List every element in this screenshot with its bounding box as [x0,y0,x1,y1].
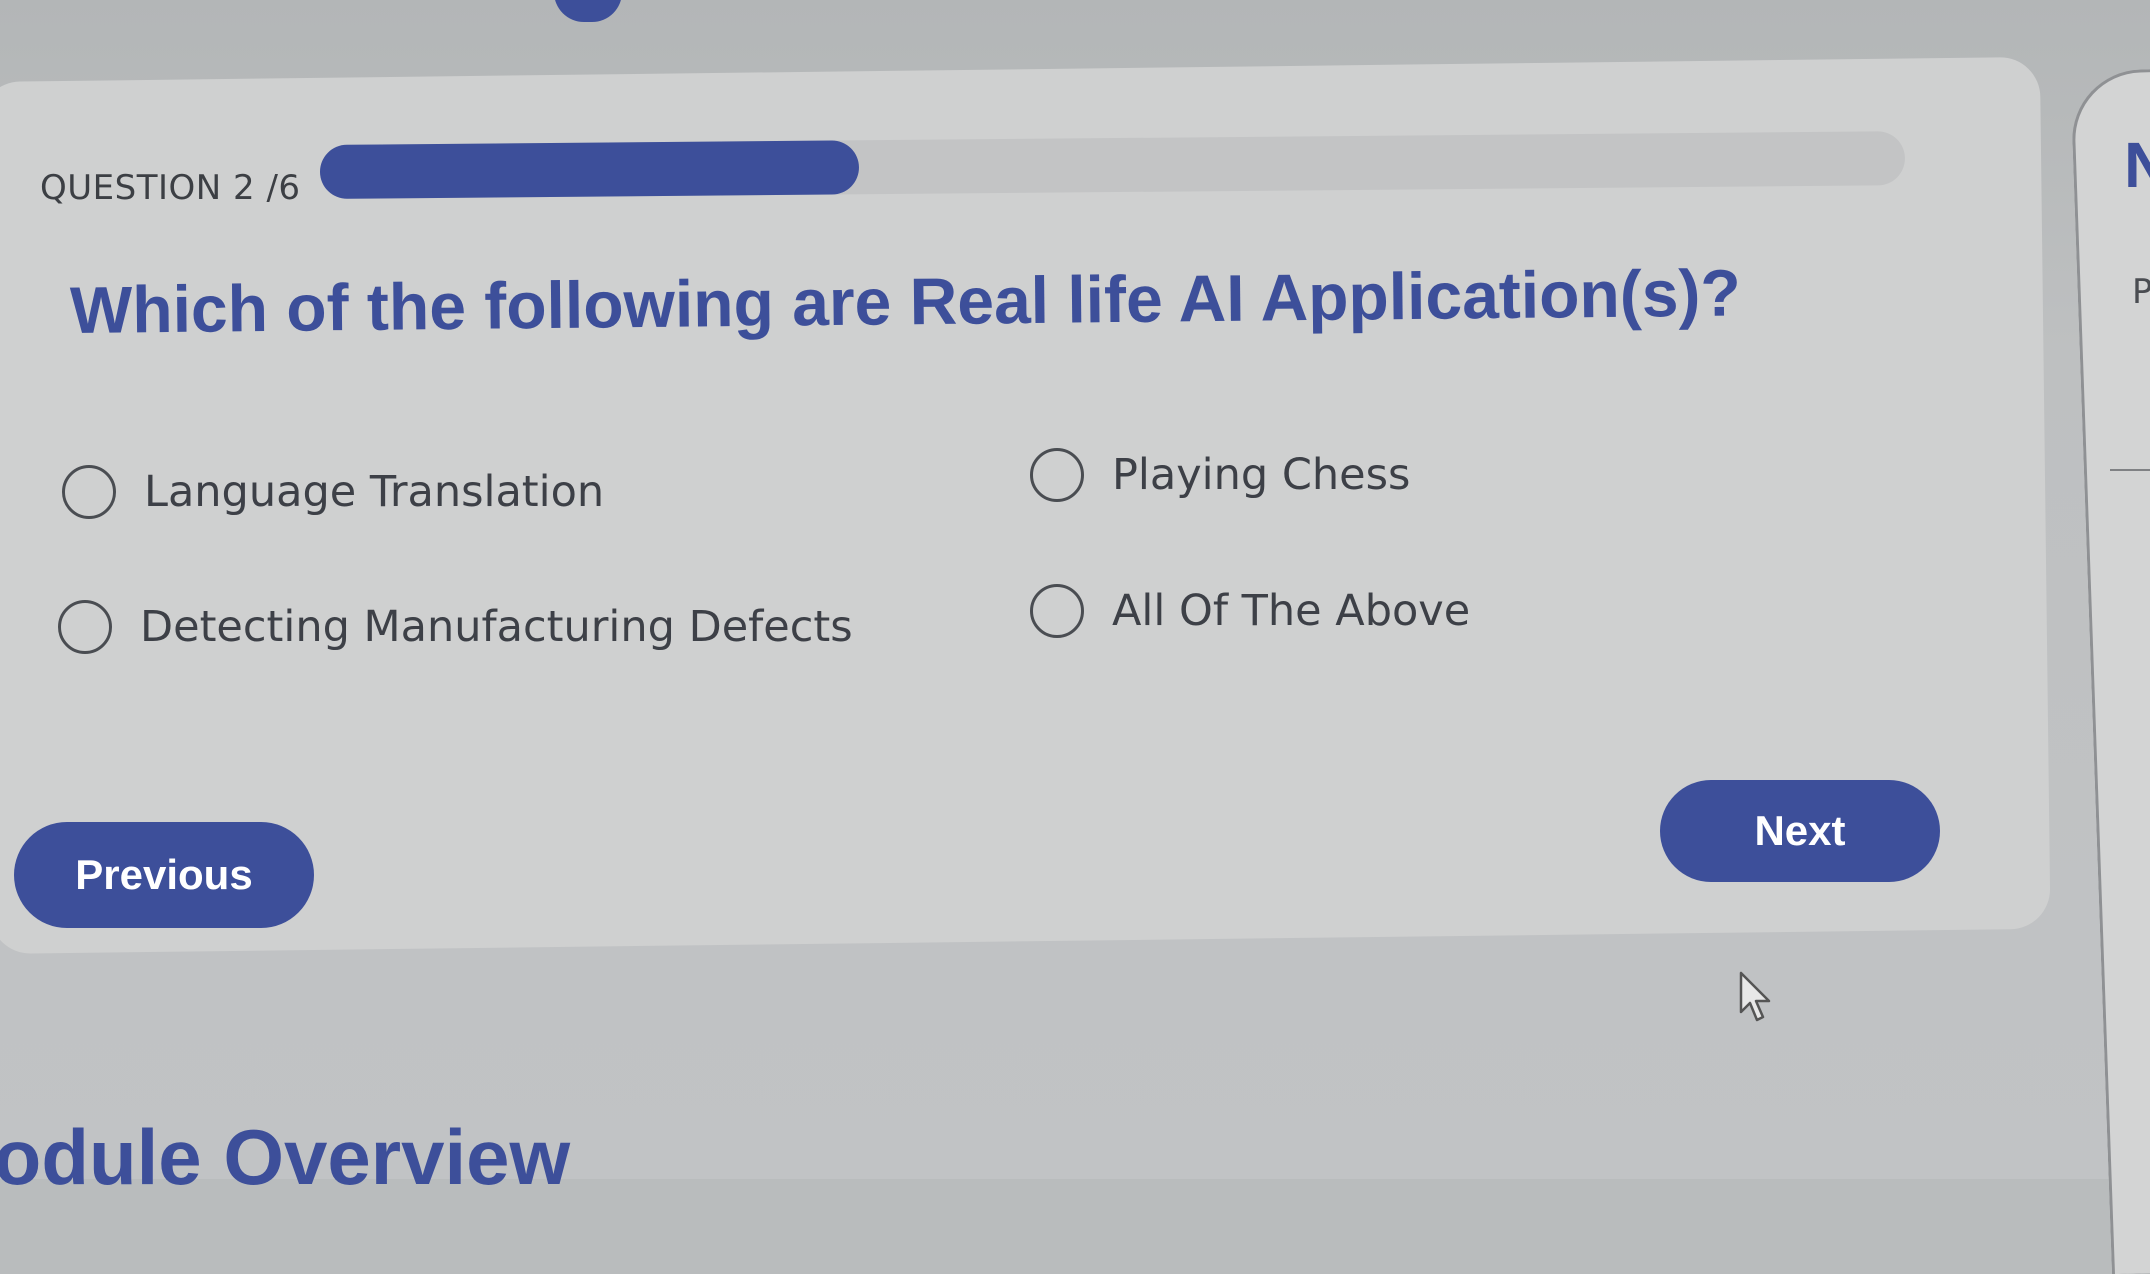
option-playing-chess[interactable]: Playing Chess [1030,448,1410,502]
side-panel-heading: N [2124,129,2150,201]
option-detecting-manufacturing-defects[interactable]: Detecting Manufacturing Defects [58,600,853,654]
option-label: Playing Chess [1112,450,1411,500]
radio-button[interactable] [1030,584,1084,638]
module-overview-heading: lodule Overview [0,1113,571,1201]
next-button[interactable]: Next [1660,780,1940,882]
option-language-translation[interactable]: Language Translation [62,465,604,519]
mouse-pointer-icon [1739,971,1771,1022]
option-label: Detecting Manufacturing Defects [140,602,853,652]
previous-button[interactable]: Previous [14,822,314,928]
radio-button[interactable] [1030,448,1084,502]
option-label: All Of The Above [1112,586,1471,636]
option-label: Language Translation [144,467,605,517]
progress-bar-fill [319,140,860,199]
radio-button[interactable] [58,600,112,654]
option-all-of-the-above[interactable]: All Of The Above [1030,584,1470,638]
question-counter: QUESTION 2 /6 [40,168,301,208]
side-panel-divider [2110,469,2150,471]
side-panel-text: P [2132,272,2150,312]
radio-button[interactable] [62,465,116,519]
